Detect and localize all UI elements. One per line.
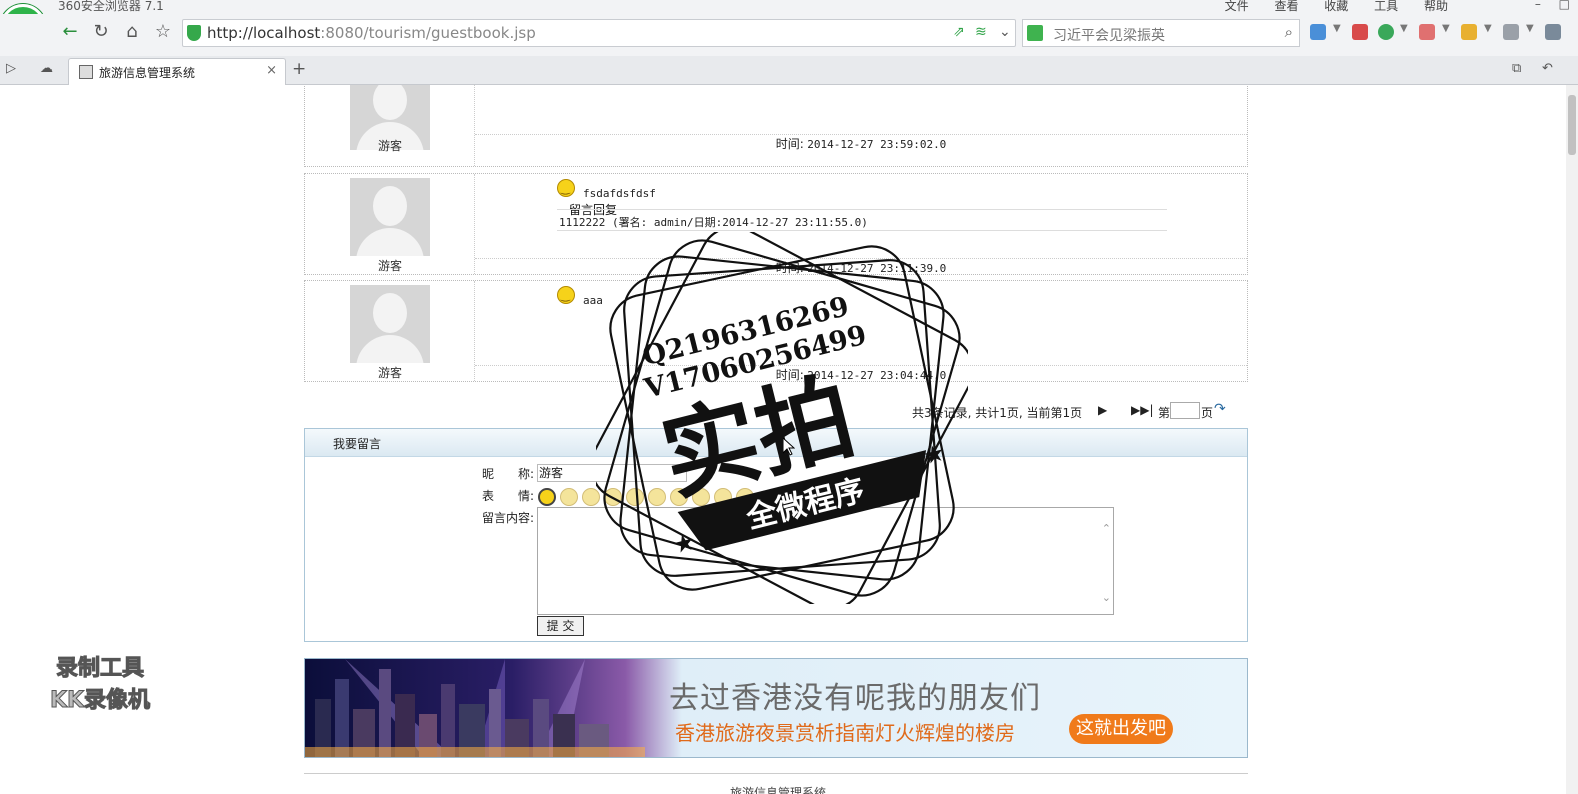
page-number-input[interactable]: [1170, 402, 1200, 419]
chevron-down-icon[interactable]: ▼: [1333, 23, 1341, 34]
chevron-down-icon[interactable]: ▼: [1400, 23, 1408, 34]
submit-button[interactable]: 提 交: [537, 616, 584, 636]
scroll-down-icon[interactable]: ⌄: [1102, 591, 1111, 604]
scroll-up-icon[interactable]: ⌃: [1102, 522, 1111, 535]
city-skyline-image: [305, 659, 645, 757]
screenshot-icon[interactable]: [1461, 24, 1477, 40]
menu-file[interactable]: 文件: [1225, 0, 1249, 13]
tab-title: 旅游信息管理系统: [99, 66, 196, 80]
refresh-icon[interactable]: ↻: [89, 20, 113, 44]
footer-text: 旅游信息管理系统: [730, 786, 827, 794]
mouse-cursor-icon: [783, 438, 795, 456]
page-favicon-icon: [79, 65, 93, 79]
search-icon[interactable]: ⌕: [1285, 23, 1293, 41]
message-user: 游客: [377, 366, 402, 380]
new-tab-icon[interactable]: +: [292, 59, 306, 79]
search-box[interactable]: 习近平会见梁振英 ⌕: [1022, 19, 1300, 47]
undo-icon[interactable]: ↶: [1542, 61, 1553, 76]
page-prefix: 第: [1158, 406, 1171, 420]
tab-guestbook[interactable]: 旅游信息管理系统 ×: [68, 58, 286, 85]
security-icon[interactable]: [1378, 24, 1394, 40]
home-icon[interactable]: ⌂: [120, 20, 144, 44]
browser-toolbar: ← ↻ ⌂ ☆ http://localhost:8080/tourism/gu…: [0, 14, 1578, 56]
footer-divider: [304, 773, 1248, 774]
reply-text: 1112222 (署名: admin/日期:2014-12-27 23:11:5…: [559, 216, 868, 229]
smiley-icon: [557, 179, 575, 197]
message-user: 游客: [377, 139, 402, 153]
avatar: [350, 178, 430, 256]
bookmark-icon[interactable]: [1352, 24, 1368, 40]
chevron-down-icon[interactable]: ▼: [1442, 23, 1450, 34]
image-icon[interactable]: [1503, 24, 1519, 40]
last-page-icon[interactable]: ▶▶|: [1131, 403, 1154, 417]
title-bar: 360安全浏览器 7.1 文件 查看 收藏 工具 帮助 – □: [0, 0, 1578, 14]
banner-headline: 去过香港没有呢我的朋友们: [669, 681, 1041, 716]
sidebar-toggle-icon[interactable]: ▷: [6, 61, 16, 76]
message-time: 时间: 2014-12-27 23:59:02.0: [475, 134, 1247, 151]
restore-tabs-icon[interactable]: ⧉: [1512, 61, 1521, 76]
menu-view[interactable]: 查看: [1274, 0, 1298, 13]
next-page-icon[interactable]: ▶: [1098, 403, 1107, 417]
reply-box: 1112222 (署名: admin/日期:2014-12-27 23:11:5…: [557, 209, 1167, 231]
face-label: 表 情:: [482, 489, 535, 503]
chevron-down-icon[interactable]: ▼: [1484, 23, 1492, 34]
content-label: 留言内容:: [482, 511, 535, 525]
tab-bar: ▷ ☁ 旅游信息管理系统 × + ⧉ ↶: [0, 56, 1578, 85]
star-icon[interactable]: ☆: [151, 20, 175, 44]
settings-icon[interactable]: [1545, 24, 1561, 40]
recorder-line2: KK录像机: [49, 688, 151, 714]
message-content: fsdafdsfdsf: [583, 187, 656, 200]
chevron-down-icon[interactable]: ▼: [1526, 23, 1534, 34]
smiley-icon: [557, 286, 575, 304]
menu-tools[interactable]: 工具: [1374, 0, 1398, 13]
face-option-icon[interactable]: [560, 488, 578, 506]
address-url[interactable]: http://localhost:8080/tourism/guestbook.…: [207, 24, 536, 42]
message-item: 游客 aa 时间: 2014-12-27 23:59:02.0: [304, 85, 1248, 167]
recorder-line1: 录制工具: [55, 656, 144, 682]
close-icon[interactable]: ×: [266, 63, 277, 78]
translate-icon[interactable]: [1419, 24, 1435, 40]
banner-go-button[interactable]: 这就出发吧: [1069, 714, 1173, 744]
maximize-icon[interactable]: □: [1559, 0, 1570, 11]
menu-help[interactable]: 帮助: [1424, 0, 1448, 13]
banner-subline: 香港旅游夜景赏析指南灯火辉煌的楼房: [675, 721, 1015, 745]
chevron-down-icon[interactable]: ⌄: [999, 24, 1011, 40]
cloud-icon[interactable]: ☁: [40, 61, 53, 76]
share-icon[interactable]: ⇗: [953, 24, 965, 40]
minimize-icon[interactable]: –: [1535, 0, 1541, 11]
search-engine-icon[interactable]: [1027, 25, 1043, 41]
hong-kong-banner[interactable]: 去过香港没有呢我的朋友们 香港旅游夜景赏析指南灯火辉煌的楼房 这就出发吧: [304, 658, 1248, 758]
nick-label: 昵 称:: [482, 467, 535, 481]
menu-favorites[interactable]: 收藏: [1324, 0, 1348, 13]
avatar: [350, 285, 430, 363]
window-controls: – □: [1521, 0, 1570, 11]
page-scrollbar[interactable]: [1566, 85, 1578, 794]
page-suffix: 页: [1201, 406, 1214, 420]
address-bar[interactable]: http://localhost:8080/tourism/guestbook.…: [182, 19, 1016, 47]
face-option-icon[interactable]: [538, 488, 556, 506]
search-input[interactable]: 习近平会见梁振英: [1053, 25, 1165, 45]
watermark-stamp: Q2196316269 V17060256499 实拍 全微程序 ★ ★: [596, 232, 968, 604]
back-icon[interactable]: ←: [58, 20, 82, 44]
app-title: 360安全浏览器 7.1: [58, 0, 164, 13]
go-page-icon[interactable]: ↷: [1214, 401, 1226, 417]
speed-icon[interactable]: ≋: [975, 24, 987, 40]
apps-icon[interactable]: [1310, 24, 1326, 40]
menu-bar: 文件 查看 收藏 工具 帮助: [1203, 0, 1448, 14]
message-user: 游客: [377, 259, 402, 273]
form-title: 我要留言: [333, 437, 382, 451]
recorder-watermark: 录制工具 KK录像机: [30, 650, 170, 714]
shield-icon: [187, 25, 201, 41]
